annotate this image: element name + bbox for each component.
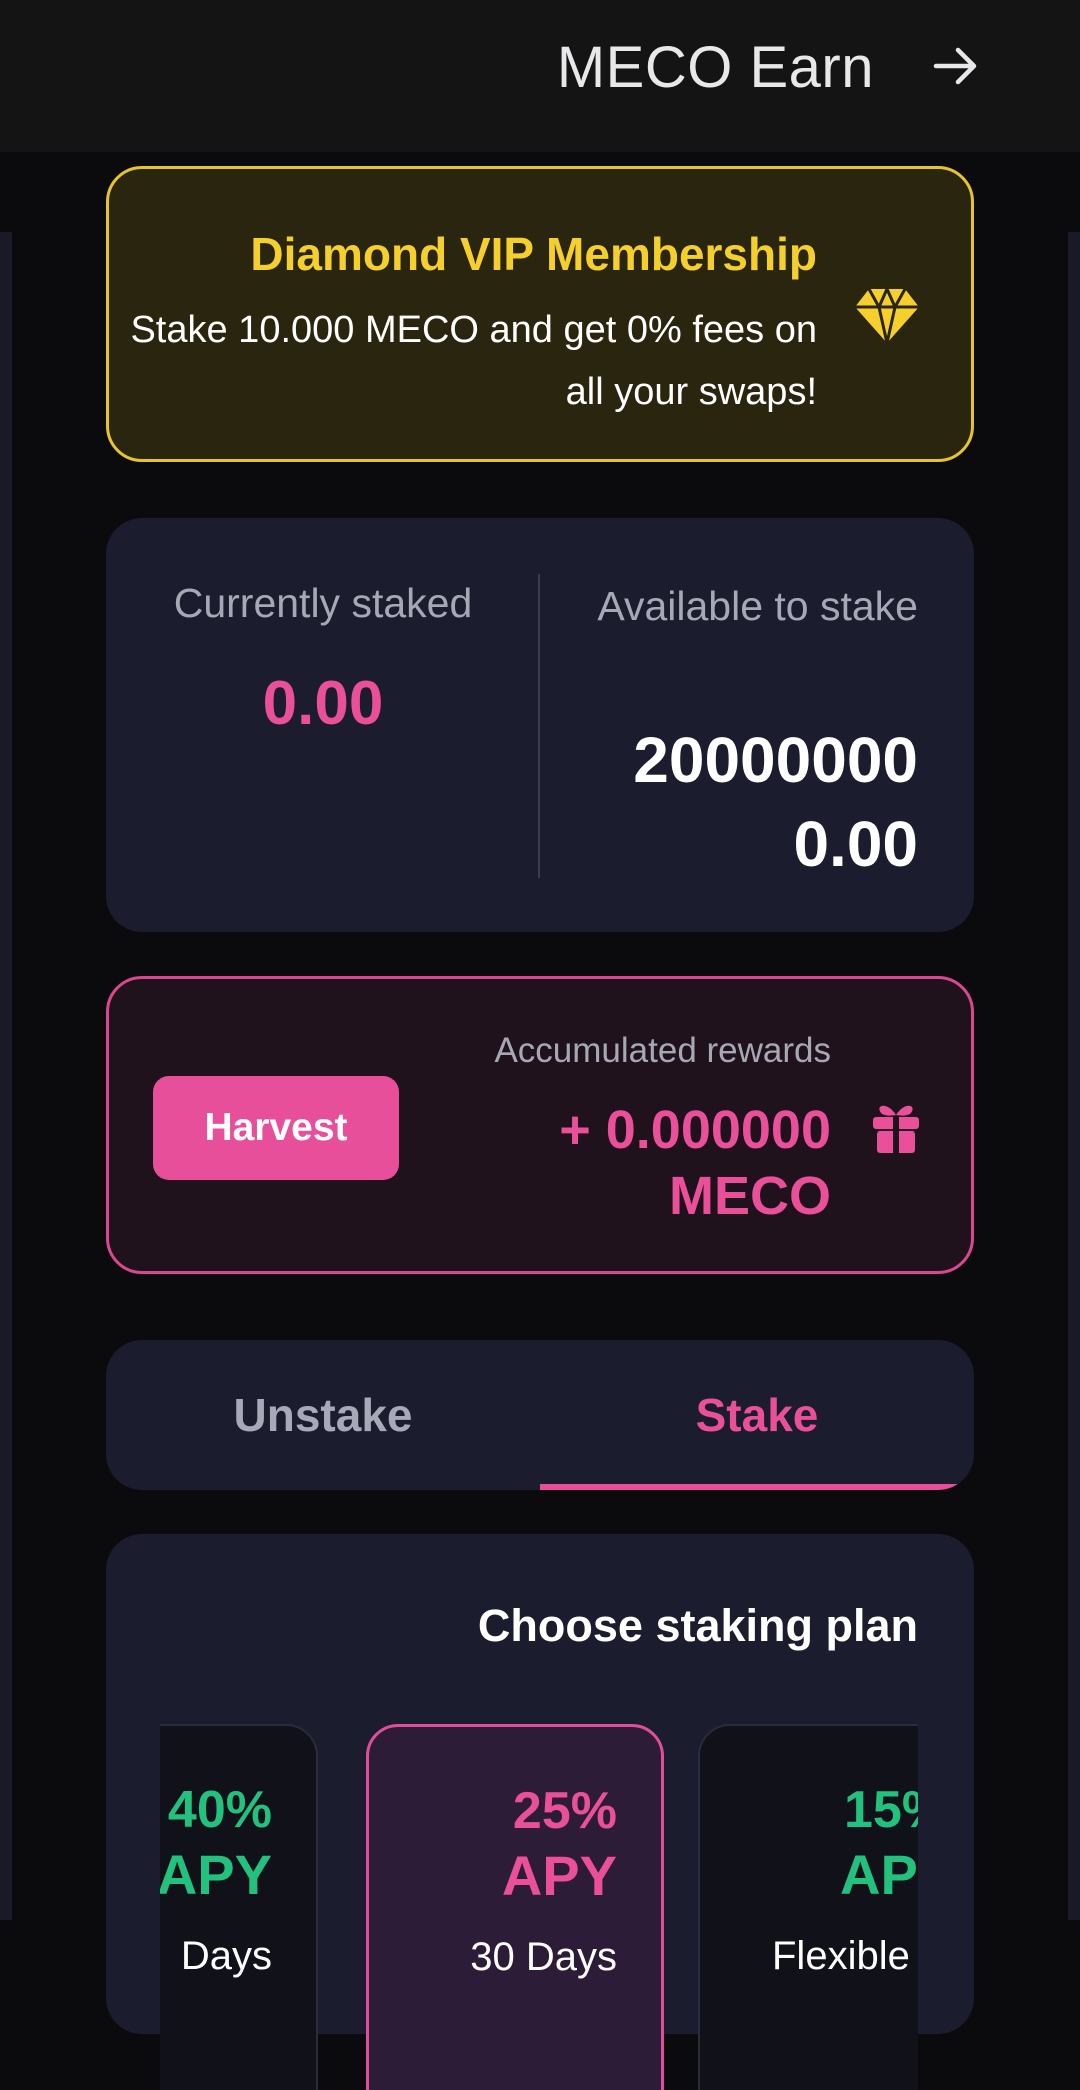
stake-tabs: Unstake Stake	[106, 1340, 974, 1490]
plan-apy-label: APY	[160, 1843, 272, 1906]
diamond-icon	[855, 285, 919, 344]
plan-apy-label: APY	[501, 1844, 617, 1907]
currently-staked-label: Currently staked	[173, 580, 473, 626]
available-to-stake-value: 200000000.00	[633, 724, 918, 880]
rewards-card: Harvest Accumulated rewards + 0.000000 M…	[106, 976, 974, 1274]
divider	[538, 574, 540, 878]
tab-stake-label: Stake	[695, 1389, 819, 1441]
plan-option-selected[interactable]: 25% APY 30 Days	[366, 1724, 664, 2090]
gift-icon	[873, 1105, 919, 1153]
plan-apy-percent: 25%	[512, 1782, 617, 1840]
arrow-right-icon[interactable]	[930, 40, 982, 92]
staking-plan-title: Choose staking plan	[477, 1600, 918, 1651]
plan-term: Days	[180, 1934, 272, 1978]
harvest-button[interactable]: Harvest	[153, 1076, 399, 1180]
top-bar: MECO Earn	[0, 0, 1080, 152]
right-edge-panel	[1068, 232, 1080, 1920]
vip-membership-card[interactable]: Diamond VIP Membership Stake 10.000 MECO…	[106, 166, 974, 462]
plan-term: 30 Days	[470, 1935, 617, 1979]
plan-apy-label: APY	[840, 1843, 918, 1906]
plan-carousel[interactable]: 40% APY Days 25% APY 30 Days 15% APY Fle…	[160, 1690, 918, 2090]
tab-unstake[interactable]: Unstake	[106, 1340, 540, 1490]
plan-option[interactable]: 40% APY Days	[160, 1724, 318, 2090]
plan-term: Flexible	[772, 1934, 910, 1978]
plan-apy-percent: 15%	[844, 1781, 918, 1839]
tab-stake[interactable]: Stake	[540, 1340, 974, 1490]
active-tab-indicator	[540, 1484, 974, 1490]
vip-description: Stake 10.000 MECO and get 0% fees on all…	[130, 309, 817, 413]
staking-plan-card: Choose staking plan 40% APY Days 25% APY…	[106, 1534, 974, 2090]
accumulated-rewards-value: + 0.000000 MECO	[559, 1100, 831, 1226]
currently-staked-value: 0.00	[262, 669, 384, 738]
staking-summary-card: Currently staked 0.00 Available to stake…	[106, 518, 974, 932]
plan-apy-percent: 40%	[167, 1781, 272, 1839]
plan-option[interactable]: 15% APY Flexible	[698, 1724, 918, 2090]
left-edge-panel	[0, 232, 12, 1920]
page-title: MECO Earn	[556, 35, 874, 100]
available-to-stake-label: Available to stake	[597, 583, 918, 629]
accumulated-rewards-label: Accumulated rewards	[494, 1031, 831, 1070]
vip-title: Diamond VIP Membership	[250, 228, 817, 280]
